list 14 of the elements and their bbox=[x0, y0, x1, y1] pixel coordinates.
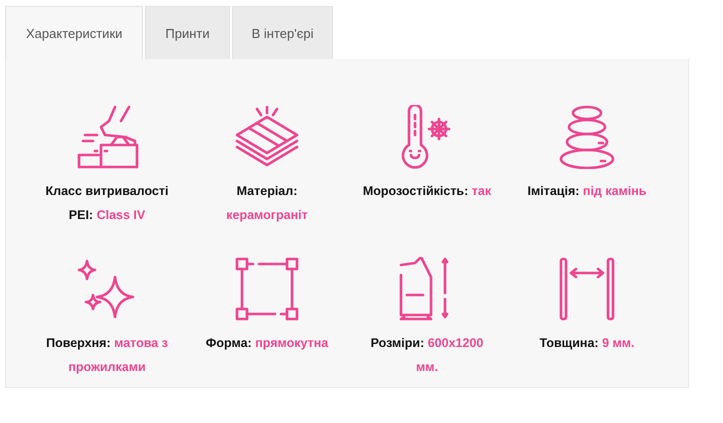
spec-text: Матеріал: керамограніт bbox=[225, 183, 309, 224]
tab[interactable]: В інтер'єрі bbox=[232, 6, 334, 59]
spec-text: Товщина: 9 мм. bbox=[538, 335, 636, 352]
tab[interactable]: Принти bbox=[145, 6, 230, 59]
shoe-step-icon bbox=[75, 105, 139, 169]
tile-stack-icon bbox=[235, 105, 299, 169]
spec-text: Імітація: під камінь bbox=[526, 183, 648, 200]
tab[interactable]: Характеристики bbox=[5, 6, 144, 59]
spec-text: Розміри: 600x1200 мм. bbox=[370, 335, 484, 376]
square-icon bbox=[235, 257, 299, 321]
spec-text: Морозостійкість: так bbox=[362, 183, 492, 200]
spec-text: Поверхня: матова з прожилками bbox=[45, 335, 169, 376]
spec-text: Форма: прямокутна bbox=[204, 335, 330, 352]
spec-text: Класс витривалості PEI: Class IV bbox=[44, 183, 170, 224]
